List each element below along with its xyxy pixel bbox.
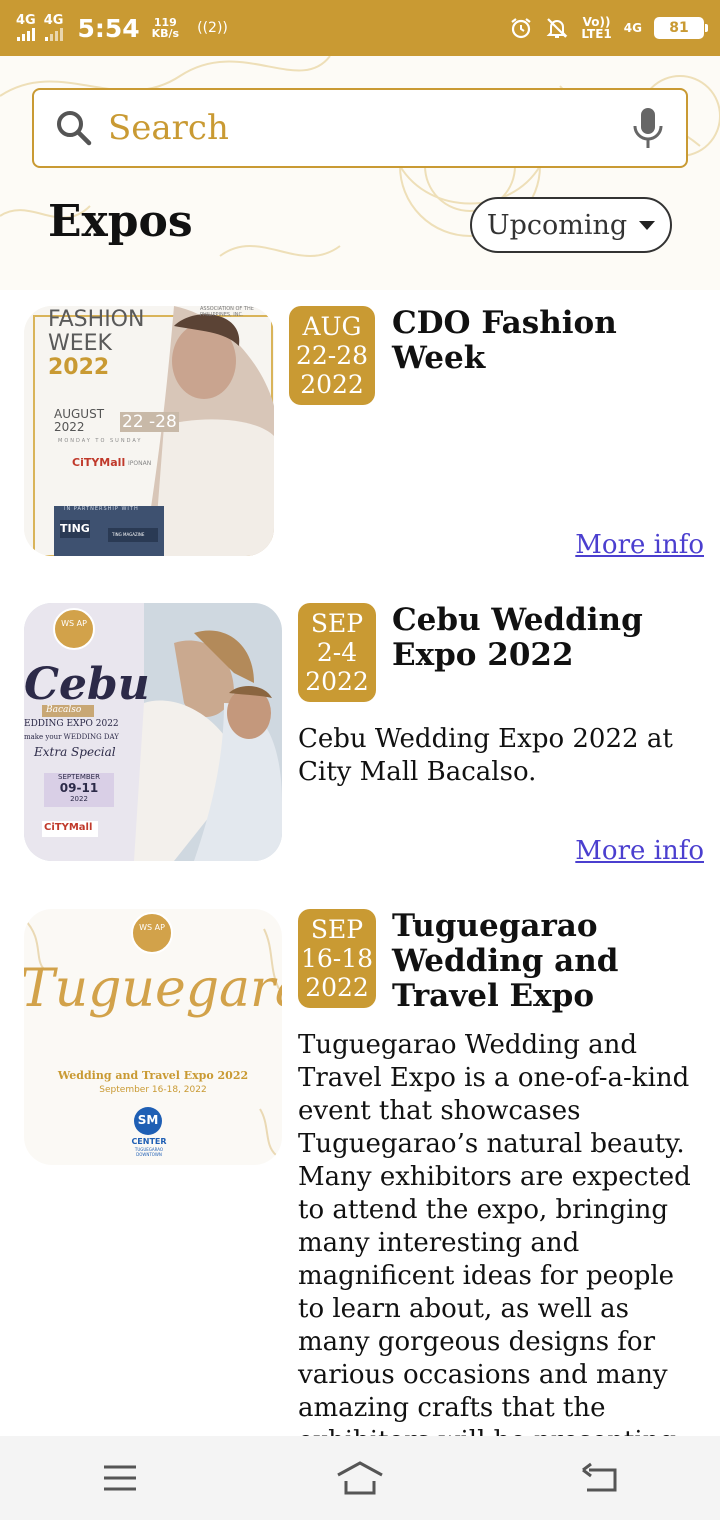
network-speed: 119 KB/s xyxy=(152,17,179,39)
expo-description: Cebu Wedding Expo 2022 at City Mall Baca… xyxy=(298,724,673,787)
poster-script: Tuguegarao xyxy=(24,959,282,1019)
alarm-icon xyxy=(511,18,532,39)
poster-mall: CiTYMall xyxy=(44,822,93,833)
back-button[interactable] xyxy=(570,1448,630,1508)
poster-mall-2: CENTER xyxy=(131,1137,167,1146)
date-month: SEP xyxy=(310,609,364,638)
date-month: AUG xyxy=(302,312,362,341)
network-type-1: 4G xyxy=(16,13,36,28)
poster-year-small: 2022 xyxy=(54,420,85,434)
poster-mall: CiTYMall xyxy=(72,456,126,469)
date-year: 2022 xyxy=(305,667,369,696)
poster-mall-3: TUGUEGARAO DOWNTOWN xyxy=(134,1147,164,1157)
poster-partner-label: IN PARTNERSHIP WITH xyxy=(64,506,139,512)
poster-association: ASSOCIATION OF THE PHILIPPINES, INC. xyxy=(200,306,254,318)
date-year: 2022 xyxy=(305,973,369,1002)
clock: 5:54 xyxy=(77,13,140,43)
expo-poster-image[interactable]: FASHION WEEK 2022 ASSOCIATION OF THE PHI… xyxy=(24,306,274,556)
date-month: SEP xyxy=(310,915,364,944)
page-title: Expos xyxy=(48,196,193,247)
more-info-link[interactable]: More info xyxy=(575,530,704,560)
network-type-3: 4G xyxy=(623,21,642,35)
back-icon xyxy=(582,1462,617,1492)
expo-card[interactable]: FASHION WEEK 2022 ASSOCIATION OF THE PHI… xyxy=(0,306,720,576)
poster-event: EDDING EXPO 2022 xyxy=(24,719,119,729)
expo-card[interactable]: WS AP Tuguegarao Wedding and Travel Expo… xyxy=(0,909,720,1436)
date-badge: SEP 2-4 2022 xyxy=(298,603,376,702)
poster-date-block: SEPTEMBER 09-11 2022 xyxy=(44,773,114,804)
signal-1: 4G xyxy=(16,13,36,41)
lte-label: LTE1 xyxy=(581,27,612,41)
poster-tagline: make your WEDDING DAY xyxy=(24,733,119,741)
expo-description: Tuguegarao Wedding and Travel Expo is a … xyxy=(298,1030,691,1436)
poster-city: Cebu xyxy=(24,659,150,710)
expo-poster-image[interactable]: WS AP Tuguegarao Wedding and Travel Expo… xyxy=(24,909,282,1165)
menu-button[interactable] xyxy=(90,1448,150,1508)
poster-mall: SM xyxy=(137,1113,159,1127)
poster-date-block: AUGUST 2022 xyxy=(54,408,104,434)
expo-title[interactable]: Tuguegarao Wedding and Travel Expo xyxy=(392,909,708,1014)
date-badge: SEP 16-18 2022 xyxy=(298,909,376,1008)
home-button[interactable] xyxy=(330,1448,390,1508)
home-icon xyxy=(337,1461,383,1495)
signal-2: 4G xyxy=(43,13,64,41)
poster-weekday: MONDAY TO SUNDAY xyxy=(58,438,143,444)
expo-title[interactable]: Cebu Wedding Expo 2022 xyxy=(392,603,708,673)
poster-badge: WS AP xyxy=(61,619,87,628)
expo-card[interactable]: WS AP Cebu Bacalso EDDING EXPO 2022 make… xyxy=(0,603,720,883)
date-year: 2022 xyxy=(300,370,364,399)
poster-mall-branch: IPONAN xyxy=(128,460,152,467)
speed-unit: KB/s xyxy=(151,27,180,40)
poster-range: 09-11 xyxy=(59,781,99,795)
battery-level: 81 xyxy=(669,20,689,36)
poster-line-1: FASHION xyxy=(48,307,145,332)
poster-event: Wedding and Travel Expo 2022 xyxy=(57,1069,249,1082)
battery-icon: 81 xyxy=(654,17,708,39)
status-right: Vo)) LTE1 4G 81 xyxy=(509,16,708,40)
status-bar: 4G 4G 5:54 119 KB/s ((2)) Vo)) LTE1 4G 8… xyxy=(0,0,720,56)
chevron-down-icon xyxy=(639,220,656,230)
poster-badge: WS AP xyxy=(139,923,165,932)
signal-bars-icon xyxy=(16,27,35,41)
poster-partner-2: TING MAGAZINE xyxy=(112,532,145,537)
date-days: 22-28 xyxy=(295,341,369,370)
poster-year: 2022 xyxy=(70,795,88,803)
poster-year: 2022 xyxy=(48,355,110,380)
poster-partner-logo: TING xyxy=(60,522,90,535)
network-type-2: 4G xyxy=(43,13,64,28)
notifications-off-icon xyxy=(546,18,568,38)
signal-bars-icon xyxy=(44,27,63,41)
date-days: 16-18 xyxy=(300,944,374,973)
date-badge: AUG 22-28 2022 xyxy=(289,306,375,405)
search-bar[interactable] xyxy=(32,88,688,168)
poster-range: 22 -28 xyxy=(120,412,179,432)
hotspot-icon: ((2)) xyxy=(197,20,228,36)
search-input[interactable] xyxy=(108,108,630,148)
volte-indicator: Vo)) LTE1 xyxy=(581,16,611,40)
filter-label: Upcoming xyxy=(486,209,628,241)
system-navigation-bar xyxy=(0,1436,720,1520)
poster-line-2: WEEK xyxy=(48,331,112,356)
menu-icon xyxy=(104,1465,136,1491)
poster-month: AUGUST xyxy=(54,407,105,421)
poster-special: Extra Special xyxy=(34,745,116,759)
search-icon[interactable] xyxy=(54,108,94,148)
poster-dates: September 16-18, 2022 xyxy=(99,1085,207,1095)
more-info-link[interactable]: More info xyxy=(575,836,704,866)
expo-poster-image[interactable]: WS AP Cebu Bacalso EDDING EXPO 2022 make… xyxy=(24,603,282,861)
microphone-icon[interactable] xyxy=(630,106,666,150)
poster-title: FASHION WEEK 2022 xyxy=(48,308,144,380)
status-left: 4G 4G 5:54 119 KB/s ((2)) xyxy=(16,14,228,43)
filter-dropdown[interactable]: Upcoming xyxy=(470,197,672,253)
poster-branch: Bacalso xyxy=(46,705,82,715)
expo-title[interactable]: CDO Fashion Week xyxy=(392,306,708,376)
date-days: 2-4 xyxy=(316,638,358,667)
